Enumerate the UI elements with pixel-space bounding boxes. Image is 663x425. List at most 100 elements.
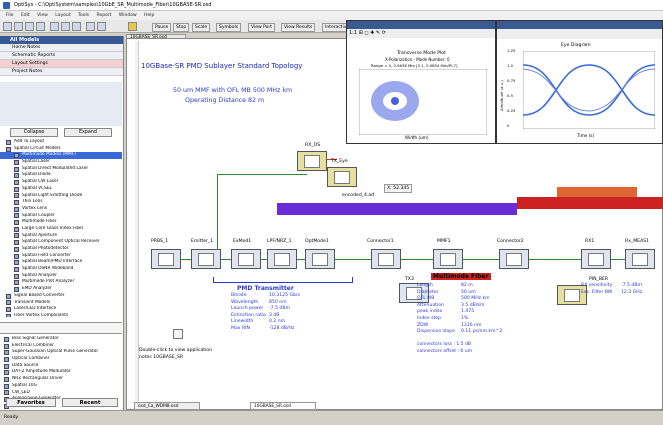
component-block[interactable] bbox=[499, 249, 529, 269]
print-icon[interactable] bbox=[36, 22, 45, 31]
block-label: TX3 bbox=[405, 277, 414, 282]
tree-item[interactable]: Multimode Plot Analyzer bbox=[0, 279, 122, 286]
component-block[interactable] bbox=[297, 151, 327, 171]
list-item-label: Bias Signal Generator bbox=[12, 336, 59, 341]
notes-icon[interactable] bbox=[173, 329, 183, 339]
component-icon bbox=[14, 246, 19, 252]
spec-value: -128 dB/Hz bbox=[269, 325, 295, 331]
tab-favorites[interactable]: Favorites bbox=[6, 398, 56, 407]
tree-item[interactable]: Signal Based Converter bbox=[0, 293, 122, 300]
sidebar-item-schematic-reports[interactable]: Schematic Reports bbox=[0, 52, 123, 60]
open-icon[interactable] bbox=[14, 22, 23, 31]
tree-item[interactable]: Spatial Circuit Models bbox=[0, 146, 122, 153]
tab-recent[interactable]: Recent bbox=[62, 398, 118, 407]
spec-value: 82 m bbox=[461, 283, 473, 288]
bottom-tab-2[interactable]: 10GBASE_SR.osd bbox=[250, 402, 316, 410]
pause-button[interactable]: Pause bbox=[152, 23, 172, 32]
spec-row: Index step 1% bbox=[417, 316, 502, 323]
spec-value: 500 MHz km bbox=[461, 296, 490, 302]
menu-tools[interactable]: Tools bbox=[78, 13, 89, 18]
eye-window-titlebar[interactable] bbox=[497, 21, 662, 29]
component-block[interactable] bbox=[231, 249, 261, 269]
tree-item[interactable]: Laser/LED Interface bbox=[0, 306, 122, 313]
redo-icon[interactable] bbox=[97, 22, 106, 31]
component-block[interactable] bbox=[151, 249, 181, 269]
paste-icon[interactable] bbox=[72, 22, 81, 31]
stop-button[interactable]: Stop bbox=[173, 23, 190, 32]
menu-report[interactable]: Report bbox=[97, 13, 112, 18]
component-block[interactable] bbox=[305, 249, 335, 269]
copy-icon[interactable] bbox=[61, 22, 70, 31]
block-label: Rx_MEAS1 bbox=[625, 239, 650, 244]
menu-edit[interactable]: Edit bbox=[21, 13, 30, 18]
component-icon bbox=[14, 273, 19, 279]
tree-item[interactable]: Spatial Analyzer bbox=[0, 273, 122, 280]
save-icon[interactable] bbox=[25, 22, 34, 31]
list-item[interactable]: NRZ Rectangular Driver bbox=[0, 376, 122, 383]
tree-item[interactable]: Vortex Lens bbox=[0, 206, 122, 213]
tree-item[interactable]: Transient Models bbox=[0, 300, 122, 307]
tree-item[interactable]: Add To Layout bbox=[0, 139, 122, 146]
undo-icon[interactable] bbox=[86, 22, 95, 31]
tree-item[interactable]: Multimode Fiber bbox=[0, 219, 122, 226]
run-icon[interactable] bbox=[128, 22, 137, 31]
tree-item[interactable]: Spatial CW Laser bbox=[0, 179, 122, 186]
cut-icon[interactable] bbox=[50, 22, 59, 31]
tree-item[interactable]: EMD Analyzer bbox=[0, 286, 122, 293]
component-block[interactable] bbox=[371, 249, 401, 269]
tree-item[interactable]: Multimode Models (MMF) bbox=[0, 152, 122, 160]
tree-item[interactable]: Spatial VCSEL bbox=[0, 186, 122, 193]
tree-item[interactable]: Spatial OSNR Wideband bbox=[0, 266, 122, 273]
tree-item[interactable]: Spatial Light Emitting Diode bbox=[0, 193, 122, 200]
tree-item[interactable]: Spatial Diode bbox=[0, 172, 122, 179]
list-item[interactable]: Bias Signal Generator bbox=[0, 336, 122, 343]
tree-item[interactable]: Fiber Vortex Components bbox=[0, 313, 122, 317]
tree-item[interactable]: Spatial Coupler bbox=[0, 213, 122, 220]
spec-value: 3.5 dB/km bbox=[461, 302, 485, 308]
tree-item-label: Spatial Coupler bbox=[22, 212, 55, 218]
collapse-button[interactable]: Collapse bbox=[10, 128, 58, 137]
component-block[interactable] bbox=[191, 249, 221, 269]
list-item[interactable]: CW_LED bbox=[0, 390, 122, 397]
menu-layout[interactable]: Layout bbox=[55, 13, 70, 18]
list-item[interactable]: Data Source bbox=[0, 363, 122, 370]
new-icon[interactable] bbox=[3, 22, 12, 31]
tree-item[interactable]: Spatial Laser bbox=[0, 159, 122, 166]
component-block[interactable] bbox=[625, 249, 655, 269]
sidebar-item-layout-settings[interactable]: Layout Settings bbox=[0, 60, 123, 68]
bottom-tab-1[interactable]: osd_Ca_WDM8.osd bbox=[134, 402, 200, 410]
list-item[interactable]: Optical Combiner bbox=[0, 356, 122, 363]
list-item[interactable]: Super-Gaussian Optical Pulse Generator bbox=[0, 349, 122, 356]
component-block[interactable] bbox=[327, 167, 357, 187]
menu-window[interactable]: Window bbox=[119, 13, 137, 18]
view-results-button[interactable]: View Results bbox=[281, 23, 316, 32]
tree-item[interactable]: Thin Lens bbox=[0, 199, 122, 206]
list-item[interactable]: DAT-2 Amplitude Modulator bbox=[0, 369, 122, 376]
sidebar-item-project-notes[interactable]: Project Notes bbox=[0, 68, 123, 76]
component-block[interactable] bbox=[267, 249, 297, 269]
view-port-button[interactable]: View Port bbox=[248, 23, 276, 32]
plot-title-line2: X-Polarization - Mode Number: 0 bbox=[385, 57, 450, 62]
component-block[interactable] bbox=[581, 249, 611, 269]
tree-item[interactable]: Spatial Component Optical Receiver bbox=[0, 239, 122, 246]
list-item[interactable]: Spatial 10G bbox=[0, 383, 122, 390]
tree-item[interactable]: Spatial Beam/PMD Interface bbox=[0, 259, 122, 266]
scale-button[interactable]: Scale bbox=[192, 23, 211, 32]
component-block[interactable] bbox=[433, 249, 463, 269]
tree-item[interactable]: Spatial Aperture bbox=[0, 233, 122, 240]
tree-item[interactable]: Spatial Field Converter bbox=[0, 253, 122, 260]
sidebar-item-home-notes[interactable]: Home Notes bbox=[0, 44, 123, 52]
list-item[interactable]: Electrical Combiner bbox=[0, 343, 122, 350]
eye-ytick: 0 bbox=[507, 123, 510, 128]
menu-view[interactable]: View bbox=[37, 13, 48, 18]
menu-file[interactable]: File bbox=[6, 13, 14, 18]
plot-xlabel: Width (um) bbox=[405, 135, 429, 140]
tree-item[interactable]: Large Core Glass Index Fiber bbox=[0, 226, 122, 233]
tree-item[interactable]: Spatial Direct Modulated Laser bbox=[0, 166, 122, 173]
plot-window-titlebar[interactable] bbox=[347, 21, 495, 29]
tree-item[interactable]: Spatial Photodetector bbox=[0, 246, 122, 253]
expand-button[interactable]: Expand bbox=[64, 128, 112, 137]
component-icon bbox=[6, 300, 11, 306]
menu-help[interactable]: Help bbox=[144, 13, 154, 18]
symbols-button[interactable]: Symbols bbox=[216, 23, 242, 32]
